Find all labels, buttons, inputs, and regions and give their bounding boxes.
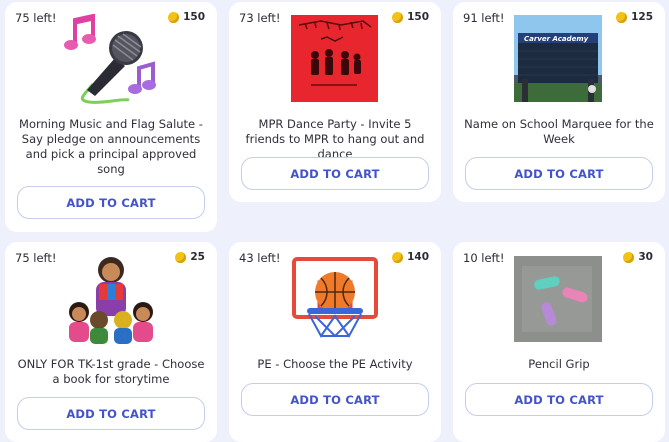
stock-count: 10 left! bbox=[463, 251, 505, 265]
add-to-cart-button[interactable]: ADD TO CART bbox=[241, 157, 429, 190]
price: 125 bbox=[616, 11, 653, 23]
microphone-music-notes-image bbox=[64, 14, 156, 104]
reward-card-pencil-grip: 10 left! 30 Pencil Grip ADD TO CART bbox=[453, 242, 665, 442]
item-title: PE - Choose the PE Activity bbox=[257, 357, 413, 371]
add-to-cart-button[interactable]: ADD TO CART bbox=[465, 157, 653, 190]
add-to-cart-button[interactable]: ADD TO CART bbox=[17, 186, 205, 219]
stock-count: 75 left! bbox=[15, 11, 57, 25]
marquee-text: Carver Academy bbox=[524, 35, 589, 43]
item-title: Morning Music and Flag Salute - Say pled… bbox=[19, 117, 203, 176]
coin-icon bbox=[623, 251, 635, 263]
price: 150 bbox=[392, 11, 429, 23]
item-title: MPR Dance Party - Invite 5 friends to MP… bbox=[245, 117, 425, 161]
pencil-grips-photo-image bbox=[514, 256, 602, 342]
coin-icon bbox=[168, 11, 180, 23]
reward-card-morning-music: 75 left! 150 Morning Music and Flag Salu… bbox=[5, 2, 217, 232]
stock-count: 73 left! bbox=[239, 11, 281, 25]
coin-icon bbox=[175, 251, 187, 263]
stock-count: 43 left! bbox=[239, 251, 281, 265]
price: 150 bbox=[168, 11, 205, 23]
reward-card-pe-activity: 43 left! 140 PE - Choose the PE Activity… bbox=[229, 242, 441, 442]
basketball-hoop-image bbox=[292, 257, 378, 338]
reward-card-school-marquee: 91 left! 125 Carver Academy Name on Scho… bbox=[453, 2, 665, 202]
stock-count: 75 left! bbox=[15, 251, 57, 265]
item-title: ONLY FOR TK-1st grade - Choose a book fo… bbox=[17, 357, 205, 386]
storytime-reading-image bbox=[69, 257, 153, 344]
item-title: Name on School Marquee for the Week bbox=[464, 117, 654, 146]
item-title: Pencil Grip bbox=[528, 357, 590, 371]
price: 140 bbox=[392, 251, 429, 263]
school-marquee-photo-image: Carver Academy bbox=[514, 15, 602, 102]
price: 30 bbox=[623, 251, 653, 263]
add-to-cart-button[interactable]: ADD TO CART bbox=[465, 383, 653, 416]
coin-icon bbox=[616, 11, 628, 23]
stock-count: 91 left! bbox=[463, 11, 505, 25]
reward-card-storytime: 75 left! 25 ONLY FOR TK-1st grade - Choo… bbox=[5, 242, 217, 442]
price: 25 bbox=[175, 251, 205, 263]
reward-card-mpr-dance-party: 73 left! 150 MPR Dance Party - Invite 5 … bbox=[229, 2, 441, 202]
add-to-cart-button[interactable]: ADD TO CART bbox=[17, 397, 205, 430]
add-to-cart-button[interactable]: ADD TO CART bbox=[241, 383, 429, 416]
dance-party-poster-image bbox=[291, 15, 378, 102]
coin-icon bbox=[392, 11, 404, 23]
coin-icon bbox=[392, 251, 404, 263]
